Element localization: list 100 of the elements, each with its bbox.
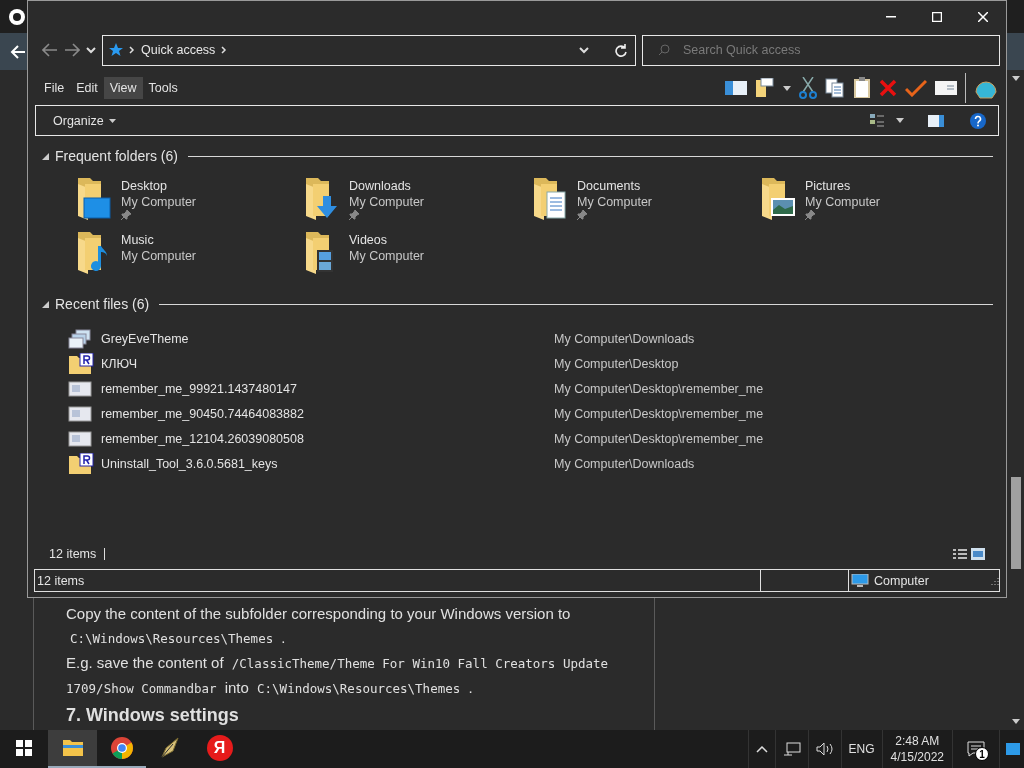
- scroll-down-arrow-icon[interactable]: [1012, 719, 1020, 724]
- search-icon: [658, 43, 670, 56]
- menu-item[interactable]: View: [103, 77, 143, 99]
- section-header[interactable]: Frequent folders (6): [55, 148, 178, 164]
- section-heading: 7. Windows settings: [66, 705, 240, 725]
- refresh-icon[interactable]: [615, 43, 627, 57]
- computer-icon: [851, 573, 869, 588]
- folder-tile[interactable]: Music My Computer: [75, 230, 303, 274]
- view-options-icon[interactable]: [870, 112, 884, 129]
- forward-arrow-icon[interactable]: [64, 43, 80, 57]
- notification-count: 1: [975, 747, 989, 761]
- file-name: Uninstall_Tool_3.6.0.5681_keys: [101, 456, 279, 471]
- pin-icon: [121, 210, 131, 220]
- address-dropdown-icon[interactable]: [579, 46, 589, 54]
- article-paragraph: Copy the content of the subfolder corresponding to your Windows version to C:\Windows\Resources\Themes .: [66, 604, 572, 648]
- folder-icon: [75, 176, 113, 220]
- delete-x-icon[interactable]: [879, 79, 897, 97]
- minimize-icon: [886, 16, 896, 18]
- yandex-logo-icon: Я: [206, 735, 233, 761]
- file-path: My Computer\Desktop: [554, 356, 680, 371]
- address-bar[interactable]: Quick access: [102, 34, 636, 66]
- folder-name: Pictures: [805, 178, 852, 194]
- windows-logo-icon: [16, 740, 32, 756]
- file-name: remember_me_99921.1437480147: [101, 381, 298, 396]
- folder-tile[interactable]: Pictures My Computer: [759, 176, 987, 220]
- network-icon: [782, 742, 801, 756]
- breadcrumb[interactable]: Quick access: [141, 43, 216, 57]
- folder-icon: [759, 176, 797, 220]
- collapse-triangle-icon[interactable]: [41, 300, 49, 308]
- file-row[interactable]: КЛЮЧ My Computer\Desktop: [68, 351, 993, 376]
- chrome-logo-icon: [109, 736, 134, 760]
- recent-locations-chevron-icon[interactable]: [86, 46, 96, 54]
- speaker-icon: [815, 742, 834, 756]
- folder-icon: [531, 176, 569, 220]
- dropdown-caret-icon[interactable]: [783, 85, 791, 91]
- resize-grip-icon[interactable]: [991, 576, 999, 585]
- folder-tile[interactable]: Desktop My Computer: [75, 176, 303, 220]
- folder-name: Videos: [349, 232, 388, 248]
- dropdown-caret-icon: [108, 118, 116, 123]
- pin-icon: [577, 210, 587, 220]
- organize-button[interactable]: Organize: [53, 113, 116, 128]
- file-path: My Computer\Desktop\remember_me: [554, 406, 765, 421]
- folder-tile[interactable]: Downloads My Computer: [303, 176, 531, 220]
- image-file-icon: [68, 380, 92, 397]
- folder-tile[interactable]: Documents My Computer: [531, 176, 759, 220]
- item-count: 12 items: [49, 547, 97, 561]
- registry-file-icon: [68, 352, 94, 375]
- file-name: remember_me_12104.26039080508: [101, 431, 305, 446]
- file-name: КЛЮЧ: [101, 356, 139, 371]
- desktop-icon: [1006, 743, 1020, 755]
- file-row[interactable]: Uninstall_Tool_3.6.0.5681_keys My Computer\Downloads: [68, 451, 993, 476]
- section-header[interactable]: Recent files (6): [55, 296, 150, 312]
- checkmark-icon[interactable]: [905, 79, 927, 97]
- taskbar-app-button[interactable]: [48, 730, 97, 768]
- status-location: Computer: [874, 573, 929, 588]
- menu-item[interactable]: Tools: [142, 77, 184, 99]
- registry-file-icon: [68, 452, 94, 475]
- file-row[interactable]: GreyEveTheme My Computer\Downloads: [68, 326, 993, 351]
- status-item-count: 12 items: [37, 573, 85, 588]
- action-center-button[interactable]: 1: [952, 730, 999, 768]
- chevron-up-icon: [755, 745, 768, 753]
- details-view-icon[interactable]: [953, 548, 967, 560]
- file-path: My Computer\Desktop\remember_me: [554, 381, 765, 396]
- file-name: GreyEveTheme: [101, 331, 190, 346]
- maximize-icon: [932, 12, 942, 22]
- pin-icon: [805, 210, 815, 220]
- image-file-icon: [68, 405, 92, 422]
- folder-location: My Computer: [121, 194, 197, 210]
- collapse-triangle-icon[interactable]: [41, 152, 49, 160]
- file-path: My Computer\Desktop\remember_me: [554, 431, 765, 446]
- cut-icon[interactable]: [799, 77, 817, 99]
- folder-location: My Computer: [121, 248, 197, 264]
- browser-logo-icon: [8, 7, 26, 26]
- image-file-icon: [68, 430, 92, 447]
- close-icon: [978, 12, 988, 22]
- file-row[interactable]: remember_me_99921.1437480147 My Computer\Desktop\remember_me: [68, 376, 993, 401]
- view-dropdown-caret-icon[interactable]: [896, 118, 904, 123]
- back-arrow-icon[interactable]: [42, 43, 58, 57]
- file-row[interactable]: remember_me_12104.26039080508 My Computer\Desktop\remember_me: [68, 426, 993, 451]
- folder-location: My Computer: [805, 194, 881, 210]
- clipboard-icon[interactable]: [853, 77, 871, 99]
- taskbar-app-button[interactable]: Я: [195, 730, 244, 768]
- menu-item[interactable]: Edit: [70, 77, 104, 99]
- clock[interactable]: 2:48 AM 4/15/2022: [881, 730, 952, 768]
- menu-item[interactable]: File: [38, 77, 71, 99]
- copy-icon[interactable]: [825, 78, 845, 98]
- preview-pane-icon[interactable]: [928, 114, 944, 127]
- properties-folder-icon[interactable]: [755, 78, 775, 98]
- scroll-up-arrow-icon[interactable]: [1012, 76, 1020, 81]
- folder-location: My Computer: [349, 248, 425, 264]
- folder-location: My Computer: [349, 194, 425, 210]
- pin-icon: [349, 210, 359, 220]
- folder-location: My Computer: [577, 194, 653, 210]
- scrollbar-thumb[interactable]: [1011, 477, 1021, 569]
- folder-name: Desktop: [121, 178, 168, 194]
- language-indicator[interactable]: ENG: [840, 730, 882, 768]
- help-icon[interactable]: [970, 112, 986, 129]
- file-row[interactable]: remember_me_90450.74464083882 My Computer\Desktop\remember_me: [68, 401, 993, 426]
- folder-tile[interactable]: Videos My Computer: [303, 230, 531, 274]
- search-field[interactable]: Search Quick access: [642, 34, 1000, 66]
